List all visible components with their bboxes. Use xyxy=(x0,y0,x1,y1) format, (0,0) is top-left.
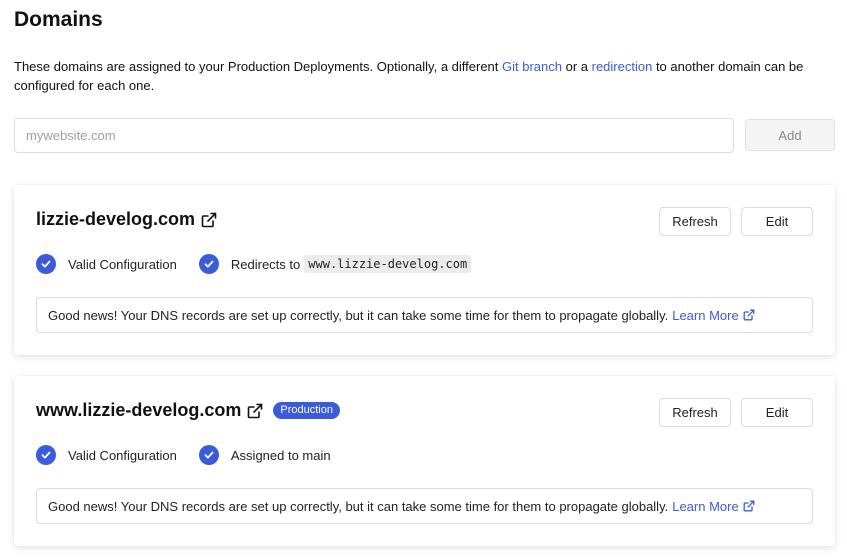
intro-part: or a xyxy=(562,59,592,74)
card-header: www.lizzie-develog.com Production xyxy=(36,400,340,421)
dns-info-text: Good news! Your DNS records are set up c… xyxy=(48,307,669,323)
dns-info-text: Good news! Your DNS records are set up c… xyxy=(48,498,669,514)
dns-info-box: Good news! Your DNS records are set up c… xyxy=(36,297,813,333)
external-link-icon[interactable] xyxy=(201,212,217,228)
status-row: Valid Configuration Assigned to main xyxy=(36,445,331,465)
learn-more-link[interactable]: Learn More xyxy=(672,498,755,514)
add-domain-row: Add xyxy=(14,118,835,153)
external-link-icon[interactable] xyxy=(247,403,263,419)
domain-card: lizzie-develog.com Refresh Edit Valid Co… xyxy=(14,185,835,355)
redirection-link[interactable]: redirection xyxy=(592,59,653,74)
learn-more-link[interactable]: Learn More xyxy=(672,307,755,323)
domain-name[interactable]: lizzie-develog.com xyxy=(36,209,195,230)
edit-button[interactable]: Edit xyxy=(741,207,813,236)
external-link-icon xyxy=(743,309,755,321)
learn-more-label: Learn More xyxy=(672,307,739,323)
check-circle-icon xyxy=(198,254,219,274)
intro-part: These domains are assigned to your Produ… xyxy=(14,59,503,74)
check-circle-icon xyxy=(36,254,56,274)
external-link-icon xyxy=(743,500,755,512)
dns-info-box: Good news! Your DNS records are set up c… xyxy=(36,488,813,524)
edit-button[interactable]: Edit xyxy=(741,398,813,427)
add-button[interactable]: Add xyxy=(745,119,835,151)
production-badge: Production xyxy=(273,402,340,419)
refresh-button[interactable]: Refresh xyxy=(659,398,731,427)
domain-card: www.lizzie-develog.com Production Refres… xyxy=(14,376,835,546)
assigned-to-text: Assigned to main xyxy=(230,447,331,463)
valid-configuration-text: Valid Configuration xyxy=(68,447,177,463)
status-row: Valid Configuration Redirects to www.liz… xyxy=(36,254,472,274)
check-circle-icon xyxy=(36,445,56,465)
domain-name[interactable]: www.lizzie-develog.com xyxy=(36,400,241,421)
card-header: lizzie-develog.com xyxy=(36,209,217,230)
redirect-target: www.lizzie-develog.com xyxy=(304,255,472,273)
git-branch-link[interactable]: Git branch xyxy=(502,59,562,74)
redirects-to-text: Redirects to xyxy=(230,256,301,272)
domain-input[interactable] xyxy=(14,118,734,153)
valid-configuration-text: Valid Configuration xyxy=(68,256,177,272)
learn-more-label: Learn More xyxy=(672,498,739,514)
check-circle-icon xyxy=(198,445,219,465)
page-title: Domains xyxy=(14,8,103,31)
refresh-button[interactable]: Refresh xyxy=(659,207,731,236)
intro-text: These domains are assigned to your Produ… xyxy=(14,57,839,95)
